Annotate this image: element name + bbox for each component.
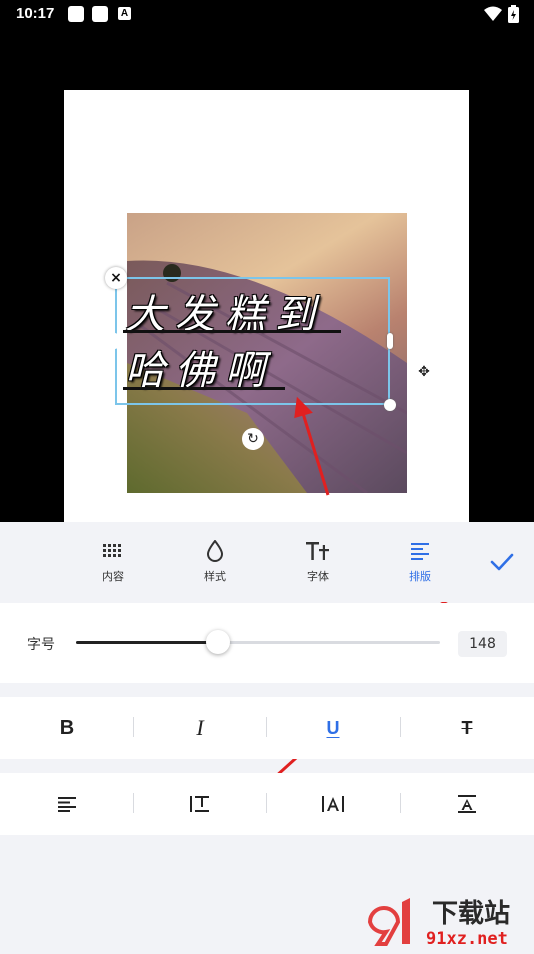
watermark-url: 91xz.net <box>426 929 508 949</box>
scale-handle[interactable] <box>384 399 396 411</box>
canvas-text-line: 大发糕到 <box>125 292 325 338</box>
underline-button[interactable]: U <box>266 697 400 759</box>
align-left-icon <box>58 797 76 812</box>
notification-icon <box>92 6 108 22</box>
bold-button[interactable]: B <box>0 697 134 759</box>
text-baseline-icon <box>458 795 476 813</box>
italic-button[interactable]: I <box>133 697 267 759</box>
rotate-icon[interactable]: ↻ <box>242 428 264 450</box>
text-style-toolbar: B I U T <box>0 697 534 759</box>
strikethrough-icon: T <box>461 717 473 738</box>
align-left-button[interactable] <box>0 773 134 835</box>
watermark-brand: 下载站 <box>432 899 510 929</box>
notification-icon <box>68 6 84 22</box>
grid-dots-icon <box>83 538 143 564</box>
tab-label: 字体 <box>307 570 329 583</box>
bold-icon: B <box>59 716 75 739</box>
tab-label: 排版 <box>409 570 431 583</box>
underline-icon: U <box>326 717 340 738</box>
canvas-text: 大发糕到 哈佛啊 <box>125 287 385 399</box>
letter-spacing-button[interactable] <box>266 773 400 835</box>
delete-text-icon[interactable]: × <box>105 267 127 289</box>
text-underline <box>123 330 341 333</box>
font-size-label: 字号 <box>27 637 55 653</box>
battery-icon <box>508 5 519 23</box>
font-size-slider-thumb[interactable] <box>206 630 230 654</box>
tab-layout[interactable]: 排版 <box>390 538 450 584</box>
resize-left-handle[interactable] <box>112 333 118 349</box>
line-spacing-button[interactable] <box>133 773 267 835</box>
wifi-icon <box>484 6 502 21</box>
font-size-value[interactable]: 148 <box>458 631 507 657</box>
font-size-slider-fill <box>76 641 218 644</box>
font-size-slider[interactable] <box>76 630 440 654</box>
canvas-page: 大发糕到 哈佛啊 × <box>64 90 469 522</box>
tab-font[interactable]: 字体 <box>288 538 348 584</box>
move-icon[interactable]: ✥ <box>413 361 435 383</box>
status-bar: 10:17 A <box>0 0 534 30</box>
tab-content[interactable]: 内容 <box>83 538 143 584</box>
italic-icon: I <box>196 715 204 740</box>
editor-tabs: 内容 样式 字体 排版 <box>0 522 534 602</box>
site-watermark: 下载站 91xz.net <box>362 892 534 950</box>
font-size-panel: 字号 148 <box>0 603 534 683</box>
tab-label: 样式 <box>204 570 226 583</box>
letter-spacing-icon <box>322 796 344 812</box>
text-baseline-button[interactable] <box>400 773 534 835</box>
notification-a-icon: A <box>118 7 131 20</box>
text-underline <box>123 387 285 390</box>
canvas-area: 大发糕到 哈佛啊 × ↻ ✥ <box>0 30 534 522</box>
confirm-check-icon[interactable] <box>487 547 517 577</box>
tab-style[interactable]: 样式 <box>185 538 245 584</box>
strikethrough-button[interactable]: T <box>400 697 534 759</box>
align-lines-icon <box>390 538 450 564</box>
canvas-text-line: 哈佛啊 <box>125 348 275 394</box>
line-spacing-icon <box>190 796 209 812</box>
status-time: 10:17 <box>16 5 55 22</box>
tab-label: 内容 <box>102 570 124 583</box>
font-tt-icon <box>288 538 348 564</box>
resize-right-handle[interactable] <box>387 333 393 349</box>
droplet-icon <box>185 538 245 564</box>
text-element[interactable]: 大发糕到 哈佛啊 × <box>105 267 396 411</box>
text-layout-toolbar <box>0 773 534 835</box>
